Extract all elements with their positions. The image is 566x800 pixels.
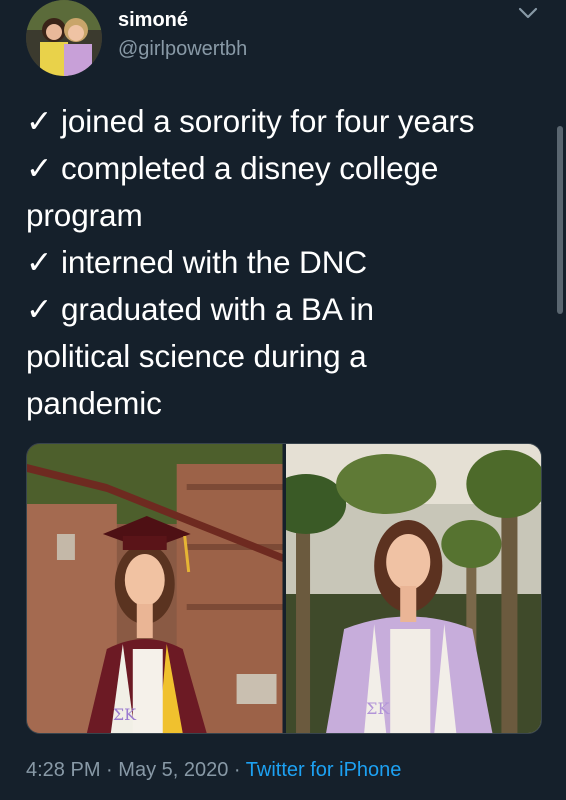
user-handle[interactable]: @girlpowertbh [118, 38, 247, 61]
tweet-line: program [26, 197, 143, 233]
tweet-line: pandemic [26, 385, 162, 421]
tweet-line: political science during a [26, 338, 367, 374]
avatar-image [26, 0, 102, 76]
tweet-date[interactable]: May 5, 2020 [118, 759, 228, 781]
chevron-down-icon[interactable] [517, 5, 539, 21]
scrollbar[interactable] [557, 126, 563, 314]
photo-left[interactable]: ΣK [27, 444, 283, 733]
meta-separator: · [106, 759, 113, 781]
avatar[interactable] [26, 0, 102, 76]
tweet-line: ✓ completed a disney college [26, 150, 439, 186]
display-name[interactable]: simoné [118, 9, 188, 32]
stole-letters-right: ΣK [366, 699, 390, 718]
stole-letters-left: ΣK [113, 705, 137, 724]
tweet-time[interactable]: 4:28 PM [26, 759, 100, 781]
tweet-source-link[interactable]: Twitter for iPhone [246, 759, 402, 781]
photo-right[interactable]: ΣK [285, 444, 541, 733]
meta-separator: · [233, 759, 241, 781]
tweet-meta: 4:28 PM · May 5, 2020 · Twitter for iPho… [26, 759, 401, 782]
tweet-line: ✓ joined a sorority for four years [26, 103, 475, 139]
tweet-line: ✓ graduated with a BA in [26, 291, 374, 327]
media-grid: ΣK ΣK [26, 443, 542, 734]
tweet-line: ✓ interned with the DNC [26, 244, 367, 280]
tweet-text: ✓ joined a sorority for four years ✓ com… [26, 98, 556, 427]
